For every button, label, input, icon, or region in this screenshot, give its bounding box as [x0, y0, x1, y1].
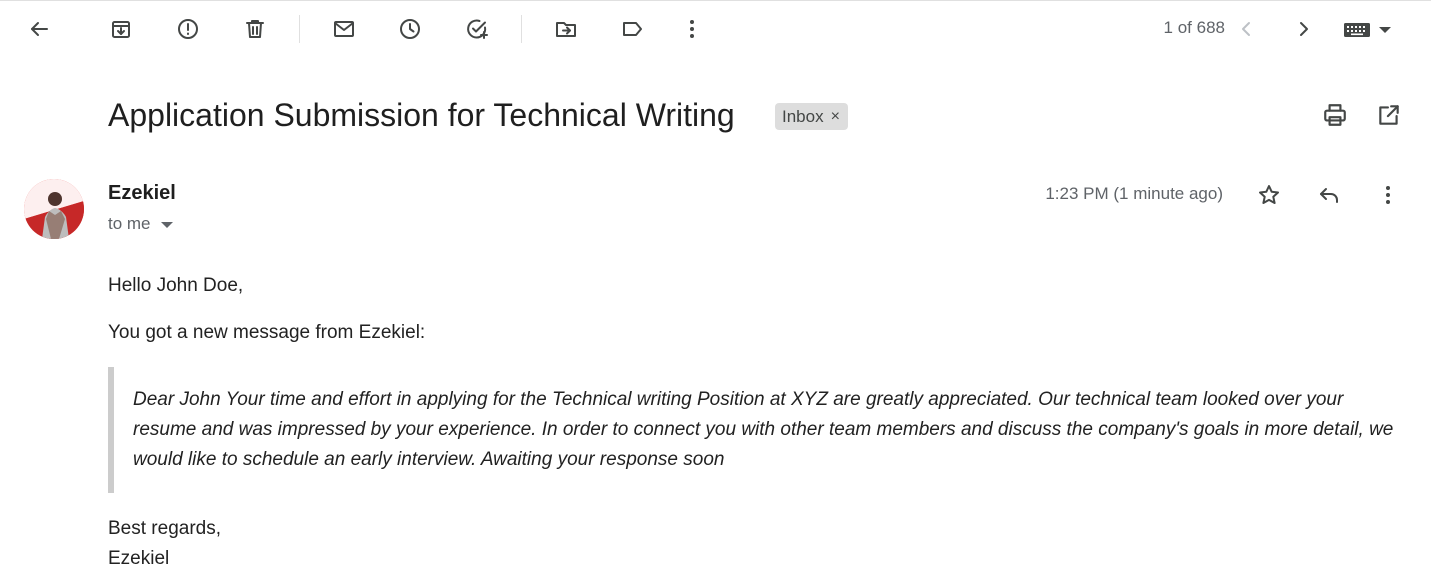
newer-button[interactable] [1226, 9, 1266, 49]
signature-name: Ezekiel [108, 548, 170, 569]
email-subject: Application Submission for Technical Wri… [108, 97, 735, 133]
message-more-button[interactable] [1369, 176, 1407, 214]
clock-icon [400, 19, 420, 39]
avatar[interactable] [24, 179, 84, 239]
star-button[interactable] [1250, 176, 1288, 214]
toolbar-divider [521, 15, 522, 43]
remove-label-icon[interactable]: × [831, 108, 840, 126]
chevron-left-icon [1242, 22, 1250, 36]
more-button[interactable] [672, 9, 712, 49]
greeting: Hello John Doe, [108, 275, 244, 296]
sender-name[interactable]: Ezekiel [108, 182, 176, 205]
recipient-details-toggle[interactable]: to me [108, 214, 173, 234]
toolbar-divider [299, 15, 300, 43]
quoted-message: Dear John Your time and effort in applyi… [108, 367, 1398, 493]
more-vertical-icon [690, 20, 694, 38]
move-to-button[interactable] [546, 9, 586, 49]
email-timestamp: 1:23 PM (1 minute ago) [1045, 184, 1223, 203]
more-vertical-icon [1386, 186, 1390, 204]
inbox-label-chip[interactable]: Inbox × [775, 103, 848, 130]
toolbar: 1 of 688 [0, 1, 1431, 57]
delete-button[interactable] [235, 9, 275, 49]
input-tools-button[interactable] [1343, 17, 1391, 43]
signature-block: Best regards, Ezekiel [108, 514, 221, 574]
open-in-new-icon [1379, 105, 1399, 125]
reply-icon [1320, 188, 1338, 203]
print-icon [1324, 104, 1346, 126]
add-to-tasks-button[interactable] [457, 9, 497, 49]
report-spam-icon [178, 19, 198, 39]
recipient-label: to me [108, 214, 151, 233]
snooze-button[interactable] [390, 9, 430, 49]
caret-down-icon [1379, 27, 1391, 33]
add-task-icon [467, 19, 488, 39]
chevron-right-icon [1300, 22, 1308, 36]
sender-photo [24, 179, 84, 239]
mark-unread-button[interactable] [324, 9, 364, 49]
move-to-folder-icon [556, 22, 576, 37]
archive-button[interactable] [101, 9, 141, 49]
labels-button[interactable] [612, 9, 652, 49]
label-icon [623, 22, 642, 36]
report-spam-button[interactable] [168, 9, 208, 49]
trash-icon [246, 20, 264, 38]
open-new-window-button[interactable] [1371, 97, 1407, 133]
keyboard-icon [1344, 23, 1370, 37]
email-view: 1 of 688 Application Submission for Tech… [0, 0, 1431, 585]
older-button[interactable] [1284, 9, 1324, 49]
back-button[interactable] [19, 9, 59, 49]
archive-icon [112, 21, 130, 38]
print-button[interactable] [1317, 97, 1353, 133]
star-icon [1259, 185, 1279, 204]
pager-count: 1 of 688 [1163, 18, 1225, 37]
caret-down-icon [160, 222, 173, 228]
intro-line: You got a new message from Ezekiel: [108, 322, 426, 343]
label-chip-text: Inbox [782, 106, 824, 126]
reply-button[interactable] [1310, 176, 1348, 214]
arrow-left-icon [31, 22, 48, 36]
mail-icon [334, 21, 354, 37]
signoff: Best regards, [108, 518, 221, 539]
